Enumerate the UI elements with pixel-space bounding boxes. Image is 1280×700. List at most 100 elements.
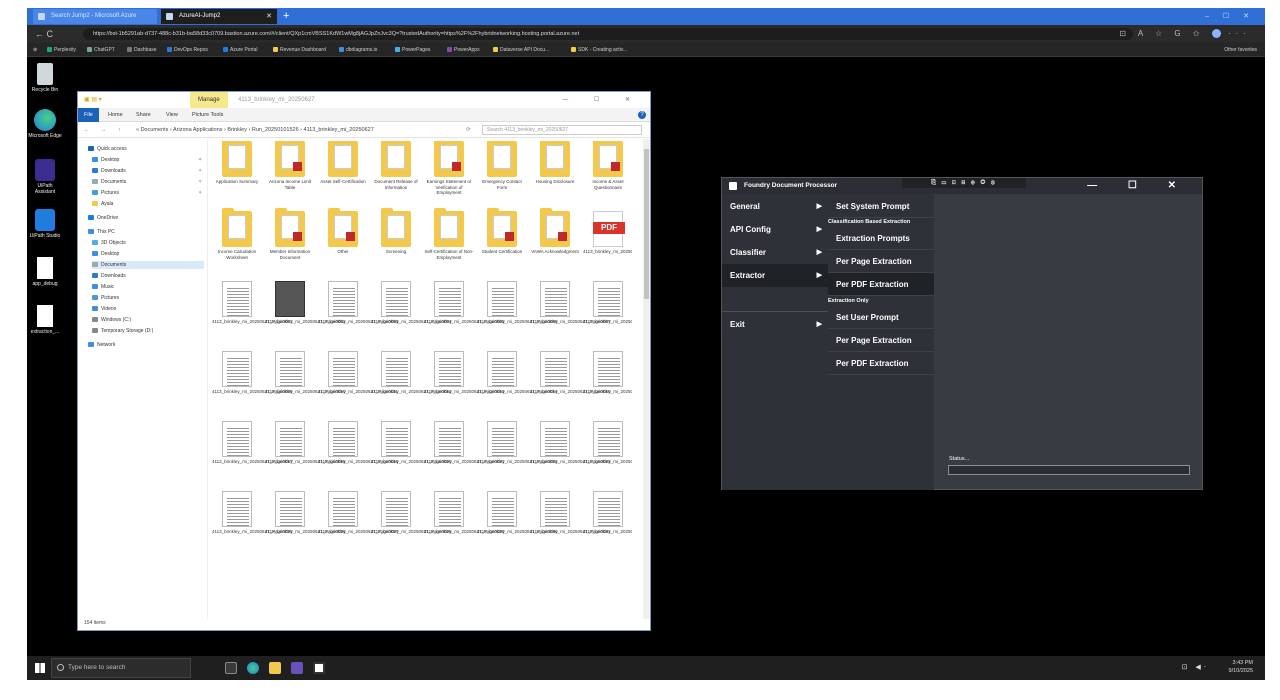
page-file-item[interactable]: 4113_brinkley_mi_20250627_Page0030 xyxy=(477,491,557,535)
pdf-file-item[interactable]: PDF 4113_brinkley_mi_20250627 xyxy=(583,211,632,255)
desktop-icon-uipath-assistant[interactable]: UiPath Assistant xyxy=(27,159,63,195)
nav-item[interactable]: Network xyxy=(88,341,115,349)
browser-tab-active[interactable]: AzureAI-Jump2 ✕ xyxy=(161,9,277,24)
back-refresh-buttons[interactable]: ← C xyxy=(35,25,53,43)
close-tab-icon[interactable]: ✕ xyxy=(266,9,272,24)
fav-item[interactable]: PowerApps xyxy=(447,43,480,57)
per-pdf-extraction-item[interactable]: Per PDF Extraction xyxy=(828,273,934,296)
page-file-item[interactable]: 4113_brinkley_mi_20250627_Page0019 xyxy=(318,421,398,465)
menu-api-config[interactable]: API Config ▶ xyxy=(722,218,828,241)
page-file-item[interactable]: 4113_brinkley_mi_20250627_Page0003 xyxy=(318,281,398,325)
page-file-item[interactable]: 4113_brinkley_mi_20250627_Page0029 xyxy=(424,491,504,535)
page-file-item[interactable]: 4113_brinkley_mi_20250627_Page0016 xyxy=(583,351,632,395)
folder-item[interactable]: Document Release of Information xyxy=(371,141,421,190)
folder-item[interactable]: Other xyxy=(318,208,368,255)
folder-item[interactable]: Income Calculation Worksheet xyxy=(212,208,262,260)
fav-item[interactable]: DevOps Repos xyxy=(167,43,208,57)
folder-item[interactable]: Income & Asset Questionnaire xyxy=(583,141,632,190)
address-bar[interactable]: https://bst-1b5291ab-d737-488c-b31b-ba58… xyxy=(83,28,1133,40)
page-file-item[interactable]: 4113_brinkley_mi_20250627_Page0005 xyxy=(424,281,504,325)
page-file-item[interactable]: 4113_brinkley_mi_20250627_Page0015 xyxy=(530,351,610,395)
system-tray[interactable]: ⊡ ◀⋅ 3:43 PM 9/10/2025 xyxy=(1182,659,1253,675)
page-file-item[interactable]: 4113_brinkley_mi_20250627_Page0025 xyxy=(212,491,292,535)
page-file-item[interactable]: 4113_brinkley_mi_20250627_Page0011 xyxy=(318,351,398,395)
explorer-title-bar[interactable]: ▣ ▤ ▾ Manage 4113_brinkley_mi_20250627 —… xyxy=(78,92,650,108)
page-file-item[interactable]: 4113_brinkley_mi_20250627_Page0020 xyxy=(371,421,451,465)
browser-window-controls[interactable]: – ☐ ✕ xyxy=(1205,8,1255,25)
folder-item[interactable]: Asset Self-Certification xyxy=(318,141,368,185)
page-file-item[interactable]: 4113_brinkley_mi_20250627_Page0007 xyxy=(530,281,610,325)
page-file-item[interactable]: 4113_brinkley_mi_20250627_Page0013 xyxy=(424,351,504,395)
ribbon-tab-file[interactable]: File xyxy=(78,108,99,122)
taskbar-search-input[interactable]: Type here to search xyxy=(51,658,191,678)
nav-item[interactable]: Pictures xyxy=(92,294,119,302)
desktop-icon-edge[interactable]: Microsoft Edge xyxy=(27,109,63,139)
ribbon-tab-view[interactable]: View xyxy=(166,108,178,122)
tray-icons[interactable]: ⊡ ◀⋅ xyxy=(1182,664,1209,672)
nav-item[interactable]: Videos xyxy=(92,305,116,313)
page-file-item[interactable]: 4113_brinkley_mi_20250627_Page0006 xyxy=(477,281,557,325)
ribbon-tab-share[interactable]: Share xyxy=(136,108,151,122)
fav-item[interactable]: Revenue Dashboard xyxy=(273,43,326,57)
extraction-prompts-item[interactable]: Extraction Prompts xyxy=(828,227,934,250)
nav-item[interactable]: Quick access xyxy=(88,145,127,153)
nav-item[interactable]: 3D Objects xyxy=(92,239,126,247)
nav-item[interactable]: Desktop xyxy=(92,250,119,258)
per-page-extraction-item[interactable]: Per Page Extraction xyxy=(828,329,934,352)
desktop-icon-app-debug[interactable]: app_debug xyxy=(27,257,63,287)
more-menu-icon[interactable]: ··· xyxy=(1228,29,1251,38)
other-favorites[interactable]: Other favorites xyxy=(1224,43,1257,57)
folder-item[interactable]: Member Information Document xyxy=(265,208,315,260)
per-page-extraction-item[interactable]: Per Page Extraction xyxy=(828,250,934,273)
profile-avatar[interactable] xyxy=(1211,29,1221,39)
page-file-item[interactable]: 4113_brinkley_mi_20250627_Page0024 xyxy=(583,421,632,465)
page-file-item[interactable]: 4113_brinkley_mi_20250627_Page0008 xyxy=(583,281,632,325)
visual-studio-icon[interactable] xyxy=(291,662,303,674)
page-file-item[interactable]: 4113_brinkley_mi_20250627_Page0021 xyxy=(424,421,504,465)
browser-actions[interactable]: ⊡ A ☆ G ✩ ··· xyxy=(1119,25,1251,43)
edge-icon[interactable] xyxy=(247,662,259,674)
foundry-taskbar-icon[interactable] xyxy=(313,662,325,674)
fav-item[interactable]: Perplexity xyxy=(47,43,76,57)
folder-item[interactable]: Arizona Income Limit Table xyxy=(265,141,315,190)
ribbon-tab-home[interactable]: Home xyxy=(108,108,123,122)
page-file-item[interactable]: 4113_brinkley_mi_20250627_Page0018 xyxy=(265,421,345,465)
nav-item[interactable]: Pictures ✶ xyxy=(92,189,204,197)
desktop-icon-recycle-bin[interactable]: Recycle Bin xyxy=(27,63,63,93)
manage-tab[interactable]: Manage xyxy=(190,92,228,108)
browser-tab[interactable]: Search Jump2 - Microsoft Azure xyxy=(33,9,157,24)
set-system-prompt-item[interactable]: Set System Prompt xyxy=(828,195,934,218)
page-file-item[interactable]: 4113_brinkley_mi_20250627_Page0017 xyxy=(212,421,292,465)
file-explorer-icon[interactable] xyxy=(269,662,281,674)
nav-item[interactable]: Windows (C:) xyxy=(92,316,131,324)
nav-item[interactable]: Documents ✶ xyxy=(92,178,204,186)
page-file-item[interactable]: 4113_brinkley_mi_20250627_Page0032 xyxy=(583,491,632,535)
page-file-item[interactable]: 4113_brinkley_mi_20250627_Page0023 xyxy=(530,421,610,465)
fav-item[interactable]: PowerPages xyxy=(395,43,430,57)
nav-item[interactable]: OneDrive xyxy=(88,214,118,222)
folder-item[interactable]: Emergency Contact Form xyxy=(477,141,527,190)
page-file-item[interactable]: 4113_brinkley_mi_20250627_Page0012 xyxy=(371,351,451,395)
folder-item[interactable]: Self-Certification of Non-Employment xyxy=(424,208,474,260)
scrollbar-thumb[interactable] xyxy=(644,149,649,299)
page-file-item[interactable]: 4113_brinkley_mi_20250627_Page0031 xyxy=(530,491,610,535)
set-user-prompt-item[interactable]: Set User Prompt xyxy=(828,306,934,329)
menu-classifier[interactable]: Classifier ▶ xyxy=(722,241,828,264)
nav-item[interactable]: Ayala xyxy=(92,200,113,208)
explorer-window-controls[interactable]: — ☐ ✕ xyxy=(562,92,642,108)
fav-item[interactable]: dbdiagrams.io xyxy=(339,43,377,57)
foundry-window[interactable]: Foundry Document Processor ⎘ ▭ ⊡ ⊟ ⊕ ◎ ⊗… xyxy=(721,177,1203,490)
page-file-item[interactable]: 4113_brinkley_mi_20250627_Page0004 xyxy=(371,281,451,325)
ribbon-tab-picture-tools[interactable]: Picture Tools xyxy=(192,108,223,122)
remote-desktop[interactable]: Recycle Bin Microsoft Edge UiPath Assist… xyxy=(27,57,1265,680)
new-tab-button[interactable]: + xyxy=(283,8,289,24)
menu-extractor[interactable]: Extractor ▶ xyxy=(722,264,828,287)
nav-item[interactable]: Downloads ✶ xyxy=(92,167,204,175)
explorer-scrollbar[interactable] xyxy=(643,139,650,619)
folder-item[interactable]: VAWA Acknowledgment xyxy=(530,208,580,255)
folder-item[interactable]: Student Certification xyxy=(477,208,527,255)
nav-item[interactable]: Music xyxy=(92,283,114,291)
fav-item[interactable]: Azure Portal xyxy=(223,43,258,57)
file-explorer-window[interactable]: ▣ ▤ ▾ Manage 4113_brinkley_mi_20250627 —… xyxy=(77,91,651,631)
breadcrumb[interactable]: « Documents › Arizona Applications › Bri… xyxy=(136,122,374,138)
